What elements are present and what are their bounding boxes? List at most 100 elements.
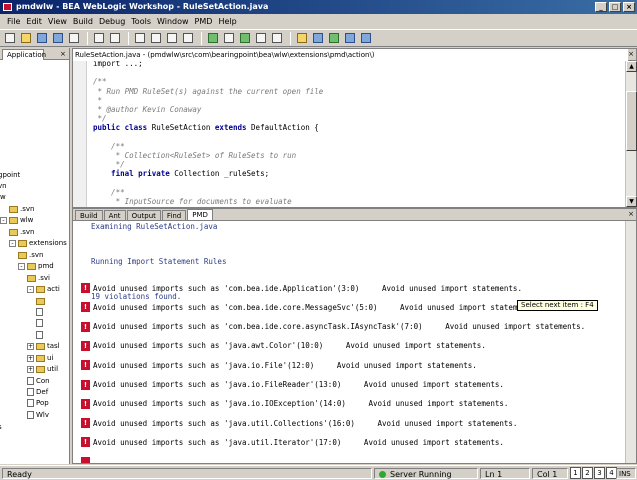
- scroll-thumb[interactable]: [626, 91, 637, 151]
- page-button-2[interactable]: 2: [582, 467, 593, 479]
- editor-tab-file[interactable]: RuleSetAction.java - (pmdwlw\src\com\bea…: [73, 49, 628, 61]
- page-button-3[interactable]: 3: [594, 467, 605, 479]
- window-title: pmdwlw - BEA WebLogic Workshop - RuleSet…: [16, 2, 269, 11]
- tab-application[interactable]: Application: [2, 49, 46, 60]
- tree-item[interactable]: .svn: [9, 204, 34, 214]
- output-message: Running Import Statement Rules: [91, 256, 227, 266]
- tree-item[interactable]: Con: [27, 376, 50, 386]
- tree-item[interactable]: - pmd: [18, 261, 54, 271]
- tree-item[interactable]: + ui: [27, 353, 53, 363]
- open-folder-icon[interactable]: [19, 32, 33, 45]
- menu-pmd[interactable]: PMD: [192, 17, 216, 26]
- tree-item-label: .svn: [20, 205, 35, 213]
- violation-row[interactable]: ! Avoid unused imports such as 'java.awt.…: [81, 340, 486, 352]
- expand-icon[interactable]: +: [27, 342, 34, 350]
- close-icon[interactable]: ×: [60, 50, 66, 58]
- scroll-down-icon[interactable]: ▼: [626, 196, 637, 207]
- collapse-icon[interactable]: -: [18, 262, 25, 270]
- tree-item[interactable]: lw: [0, 192, 6, 202]
- cut-icon[interactable]: [133, 32, 147, 45]
- collapse-icon[interactable]: -: [27, 285, 34, 293]
- tree-item[interactable]: Wlv: [27, 410, 49, 420]
- violation-row[interactable]: ! Avoid unused imports such as 'java.io.F…: [81, 379, 504, 391]
- print-icon[interactable]: [67, 32, 81, 45]
- tree-item[interactable]: - acti: [27, 284, 60, 294]
- error-icon: [81, 457, 90, 463]
- collapse-icon[interactable]: -: [0, 216, 7, 224]
- page-button-1[interactable]: 1: [570, 467, 581, 479]
- main-toolbar: [0, 29, 637, 47]
- violation-row[interactable]: ! Avoid unused imports such as 'java.io.I…: [81, 398, 508, 410]
- scroll-up-icon[interactable]: ▲: [626, 61, 637, 72]
- close-icon[interactable]: ×: [628, 50, 634, 58]
- violation-row[interactable]: ! Avoid unused imports such as 'java.util…: [81, 417, 517, 429]
- tree-item[interactable]: + tasl: [27, 341, 60, 351]
- menu-help[interactable]: Help: [215, 17, 239, 26]
- tree-item[interactable]: gpoint: [0, 170, 20, 180]
- expand-icon[interactable]: +: [27, 365, 34, 373]
- tree-item[interactable]: + util: [27, 364, 58, 374]
- menu-tools[interactable]: Tools: [128, 17, 154, 26]
- paste-icon[interactable]: [165, 32, 179, 45]
- output-scrollbar[interactable]: [625, 221, 636, 463]
- tree-item[interactable]: vn: [0, 181, 7, 191]
- violation-row[interactable]: ! Avoid unused imports such as 'com.bea.i…: [81, 321, 585, 333]
- browser-icon[interactable]: [343, 32, 357, 45]
- deploy-icon-glyph: [313, 33, 323, 43]
- editor-tabbar: RuleSetAction.java - (pmdwlw\src\com\bea…: [73, 49, 636, 61]
- expand-icon[interactable]: +: [27, 354, 34, 362]
- tree-item[interactable]: [36, 330, 45, 340]
- menu-edit[interactable]: Edit: [23, 17, 45, 26]
- minimize-button[interactable]: _: [595, 2, 607, 12]
- deploy-icon[interactable]: [311, 32, 325, 45]
- tree-item[interactable]: [36, 296, 47, 306]
- tree-item[interactable]: - extensions: [9, 238, 67, 248]
- tab-ant[interactable]: Ant: [103, 210, 126, 220]
- tab-output[interactable]: Output: [126, 210, 161, 220]
- undo-icon[interactable]: [92, 32, 106, 45]
- save-all-icon[interactable]: [51, 32, 65, 45]
- help-icon[interactable]: [359, 32, 373, 45]
- maximize-button[interactable]: □: [609, 2, 621, 12]
- debug-icon[interactable]: [238, 32, 252, 45]
- tree-item[interactable]: - wlw: [0, 215, 33, 225]
- build-icon[interactable]: [295, 32, 309, 45]
- tree-item[interactable]: [36, 318, 45, 328]
- tree-item-label: .svi: [38, 274, 50, 282]
- tab-build[interactable]: Build: [75, 210, 103, 220]
- violation-row[interactable]: ! Avoid unused imports such as 'com.bea.i…: [81, 282, 522, 294]
- tree-item[interactable]: .svi: [27, 273, 50, 283]
- run-icon[interactable]: [206, 32, 220, 45]
- tab-pmd[interactable]: PMD: [187, 209, 213, 220]
- save-icon[interactable]: [35, 32, 49, 45]
- stop-icon[interactable]: [222, 32, 236, 45]
- redo-icon[interactable]: [108, 32, 122, 45]
- tab-find[interactable]: Find: [161, 210, 187, 220]
- copy-icon[interactable]: [149, 32, 163, 45]
- stop-icon-glyph: [224, 33, 234, 43]
- step-into-icon[interactable]: [270, 32, 284, 45]
- code-area[interactable]: import ...; /** * Run PMD RuleSet(s) agai…: [73, 61, 626, 207]
- tree-item[interactable]: s: [0, 422, 2, 432]
- tree-item[interactable]: .svn: [9, 227, 34, 237]
- menu-debug[interactable]: Debug: [96, 17, 128, 26]
- tree-item[interactable]: Pop: [27, 398, 49, 408]
- violation-row[interactable]: ! Avoid unused imports such as 'com.bea.i…: [81, 301, 540, 313]
- new-file-icon[interactable]: [3, 32, 17, 45]
- close-icon[interactable]: ×: [628, 210, 634, 218]
- server-icon[interactable]: [327, 32, 341, 45]
- menu-file[interactable]: File: [4, 17, 23, 26]
- editor-scrollbar[interactable]: ▲ ▼: [625, 61, 637, 207]
- menu-view[interactable]: View: [45, 17, 70, 26]
- close-button[interactable]: ×: [623, 2, 635, 12]
- collapse-icon[interactable]: -: [9, 239, 16, 247]
- tree-item[interactable]: [36, 307, 45, 317]
- tree-item[interactable]: .svn: [18, 250, 43, 260]
- find-icon[interactable]: [181, 32, 195, 45]
- violation-row[interactable]: ! Avoid unused imports such as 'java.util…: [81, 436, 504, 448]
- menu-build[interactable]: Build: [70, 17, 96, 26]
- menu-window[interactable]: Window: [154, 17, 192, 26]
- step-icon[interactable]: [254, 32, 268, 45]
- violation-row[interactable]: ! Avoid unused imports such as 'java.io.F…: [81, 359, 477, 371]
- tree-item[interactable]: Def: [27, 387, 48, 397]
